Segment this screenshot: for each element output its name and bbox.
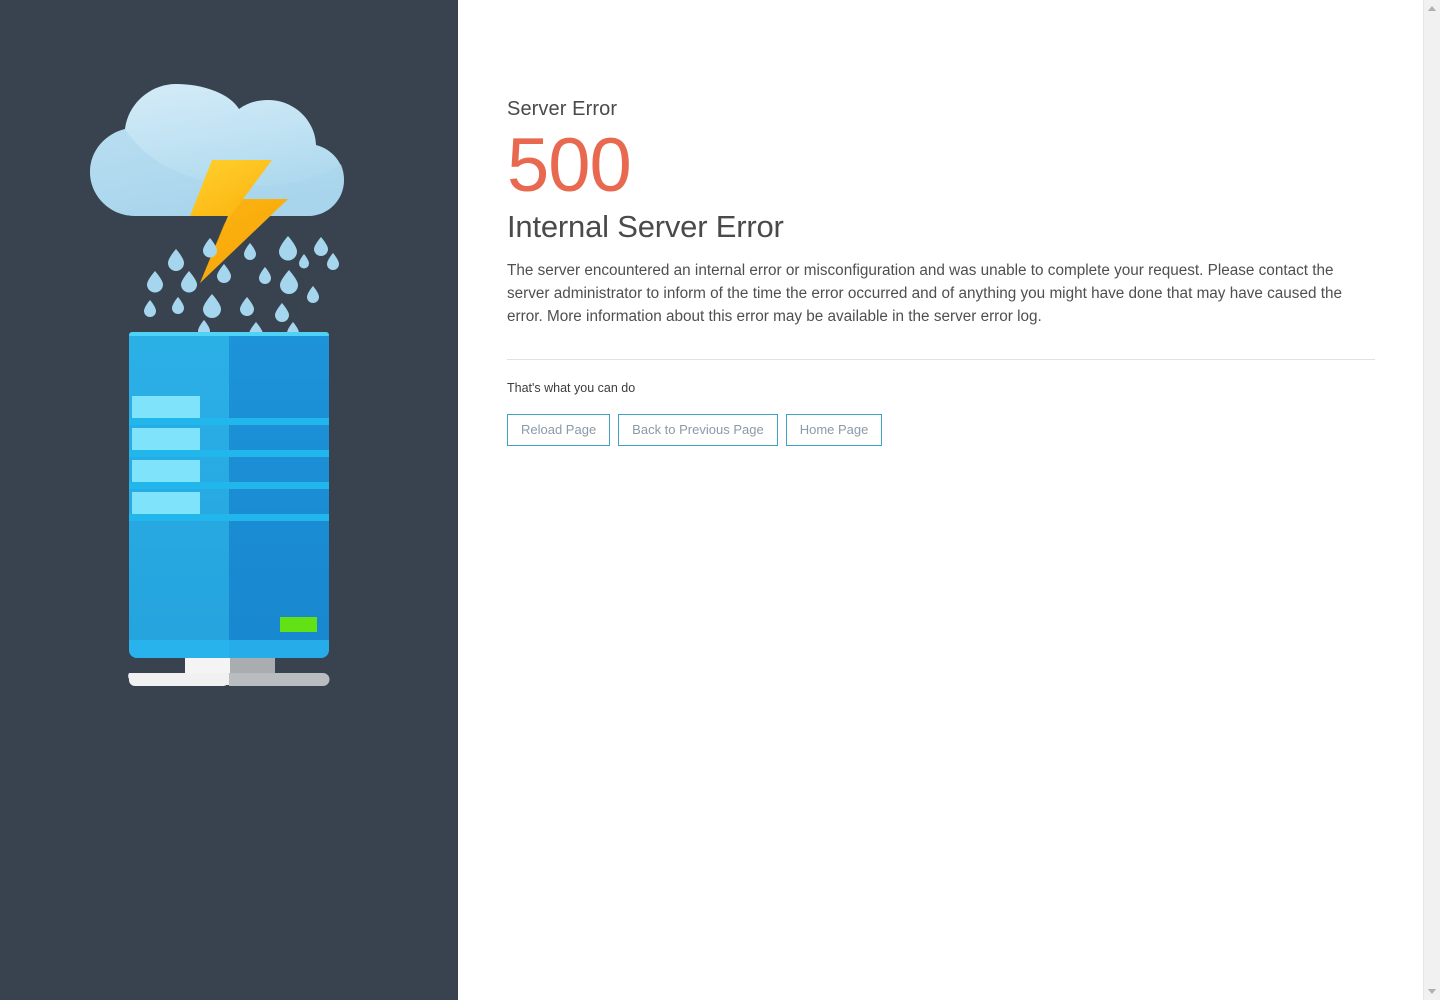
illustration-panel — [0, 0, 458, 1000]
section-divider — [507, 359, 1375, 361]
server-status-led — [280, 617, 317, 632]
storm-cloud-server-illustration — [90, 84, 344, 686]
raindrops-group — [144, 236, 339, 341]
server-stand — [128, 658, 330, 686]
scroll-down-arrow-icon[interactable] — [1424, 983, 1440, 1000]
error-content: Server Error 500 Internal Server Error T… — [507, 96, 1375, 447]
error-page: Server Error 500 Internal Server Error T… — [0, 0, 1440, 1000]
home-page-button[interactable]: Home Page — [785, 414, 883, 447]
server-tower-icon — [129, 332, 329, 658]
actions-label: That's what you can do — [507, 381, 636, 396]
vertical-scrollbar[interactable] — [1423, 0, 1440, 1000]
error-code: 500 — [507, 123, 632, 208]
back-to-previous-page-button[interactable]: Back to Previous Page — [618, 414, 778, 447]
reload-page-button[interactable]: Reload Page — [507, 414, 611, 447]
error-eyebrow: Server Error — [507, 98, 618, 120]
content-area: Server Error 500 Internal Server Error T… — [458, 0, 1440, 1000]
actions-group: Reload Page Back to Previous Page Home P… — [507, 414, 1375, 447]
scroll-up-arrow-icon[interactable] — [1424, 0, 1440, 17]
error-description: The server encountered an internal error… — [507, 262, 1342, 325]
error-title: Internal Server Error — [507, 209, 784, 244]
